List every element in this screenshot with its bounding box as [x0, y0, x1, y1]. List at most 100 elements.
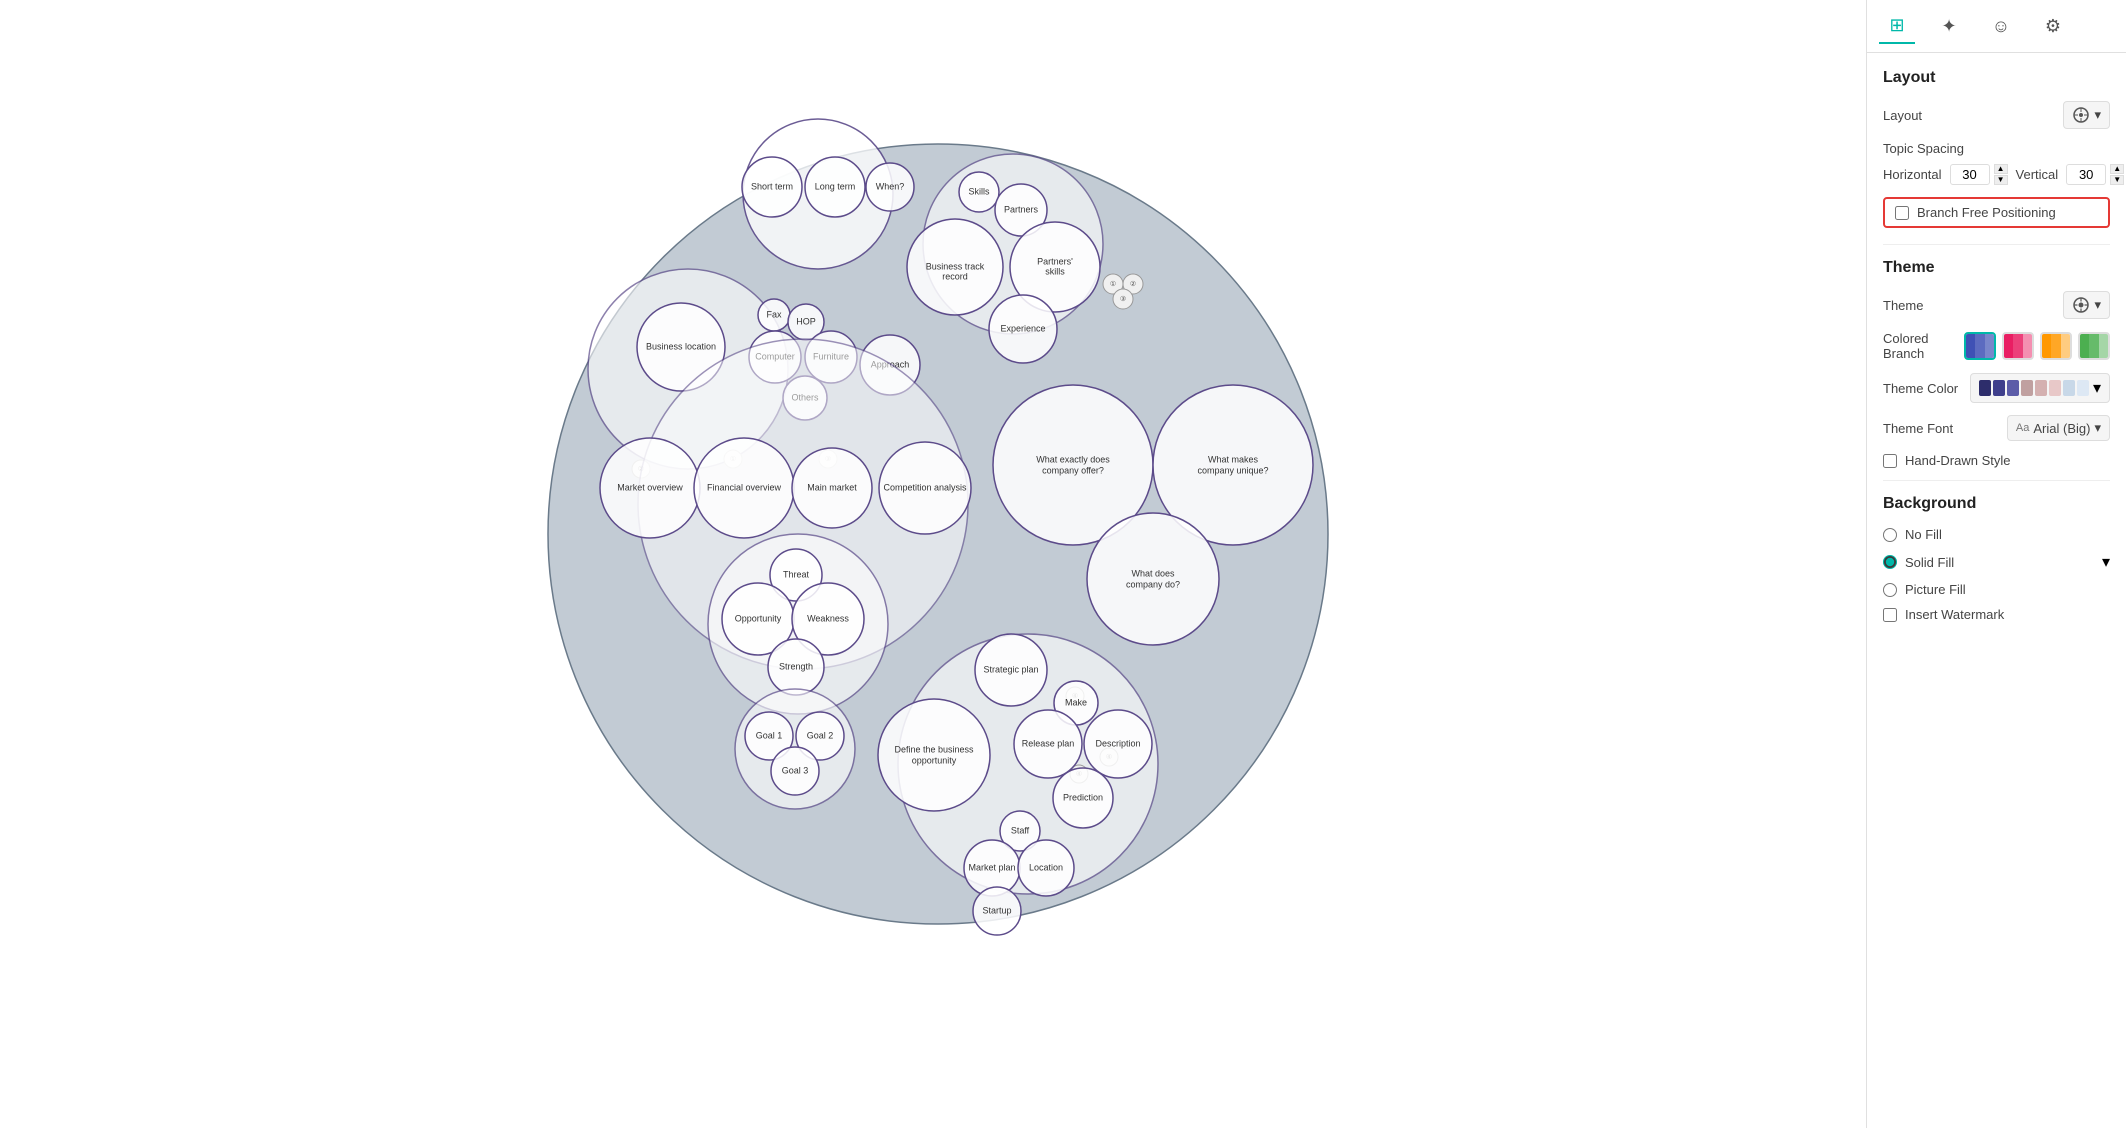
horizontal-label: Horizontal: [1883, 167, 1942, 182]
picture-fill-label: Picture Fill: [1905, 582, 1966, 597]
theme-color-row: Theme Color ▾: [1883, 373, 2110, 403]
color-swatch-8: [2077, 380, 2089, 396]
svg-text:③: ③: [1120, 295, 1126, 303]
svg-text:Partners': Partners': [1037, 256, 1073, 266]
hand-drawn-checkbox[interactable]: [1883, 454, 1897, 468]
panel-content: Layout Layout ▾ Topic Spacing Horizontal: [1867, 53, 2126, 1128]
layout-row: Layout ▾: [1883, 101, 2110, 129]
topic-spacing-label: Topic Spacing: [1883, 141, 2110, 156]
svg-text:Short term: Short term: [751, 181, 793, 191]
vertical-input[interactable]: [2066, 164, 2106, 185]
mindmap-svg: Short term Long term When? Skills Partne…: [458, 114, 1408, 1014]
layout-label: Layout: [1883, 108, 1922, 123]
svg-text:company do?: company do?: [1126, 579, 1180, 589]
color-bar: [1979, 380, 2089, 396]
svg-text:Prediction: Prediction: [1063, 792, 1103, 802]
color-swatch-4: [2021, 380, 2033, 396]
branch-option-4[interactable]: [2078, 332, 2110, 360]
theme-font-row: Theme Font Aa Arial (Big) ▾: [1883, 415, 2110, 441]
vertical-input-group: ▲ ▼: [2066, 164, 2124, 185]
branch-option-3[interactable]: [2040, 332, 2072, 360]
svg-text:Market plan: Market plan: [968, 862, 1015, 872]
svg-text:Long term: Long term: [815, 181, 856, 191]
svg-text:What does: What does: [1131, 568, 1175, 578]
colored-branch-label: Colored Branch: [1883, 331, 1964, 361]
svg-text:Define the business: Define the business: [894, 744, 974, 754]
svg-text:Startup: Startup: [982, 905, 1011, 915]
branch-option-1[interactable]: [1964, 332, 1996, 360]
theme-icon: [2072, 296, 2090, 314]
theme-section-title: Theme: [1883, 259, 2110, 277]
branch-option-2[interactable]: [2002, 332, 2034, 360]
color-swatch-1: [1979, 380, 1991, 396]
theme-font-select[interactable]: Aa Arial (Big) ▾: [2007, 415, 2110, 441]
emoji-tab-button[interactable]: ☺: [1983, 8, 2019, 44]
theme-label: Theme: [1883, 298, 1923, 313]
svg-text:Make: Make: [1065, 697, 1087, 707]
svg-text:Fax: Fax: [766, 309, 782, 319]
svg-text:opportunity: opportunity: [912, 755, 957, 765]
horizontal-up-button[interactable]: ▲: [1994, 164, 2008, 174]
vertical-up-button[interactable]: ▲: [2110, 164, 2124, 174]
svg-text:Business track: Business track: [926, 261, 985, 271]
color-swatch-6: [2049, 380, 2061, 396]
settings-tab-button[interactable]: ⚙: [2035, 8, 2071, 44]
svg-text:Financial overview: Financial overview: [707, 482, 782, 492]
solid-fill-radio[interactable]: [1883, 555, 1897, 569]
color-swatch-3: [2007, 380, 2019, 396]
svg-text:Main market: Main market: [807, 482, 857, 492]
vertical-down-button[interactable]: ▼: [2110, 175, 2124, 185]
horizontal-input[interactable]: [1950, 164, 1990, 185]
solid-fill-label: Solid Fill: [1905, 555, 1954, 570]
no-fill-label: No Fill: [1905, 527, 1942, 542]
svg-text:Business location: Business location: [646, 341, 716, 351]
theme-row: Theme ▾: [1883, 291, 2110, 319]
svg-text:Competition analysis: Competition analysis: [883, 482, 967, 492]
no-fill-radio[interactable]: [1883, 528, 1897, 542]
svg-text:HOP: HOP: [796, 316, 816, 326]
layout-select[interactable]: ▾: [2063, 101, 2110, 129]
topic-spacing-row: Horizontal ▲ ▼ Vertical ▲ ▼: [1883, 164, 2110, 185]
theme-color-select[interactable]: ▾: [1970, 373, 2110, 403]
vertical-label: Vertical: [2016, 167, 2059, 182]
background-section-title: Background: [1883, 495, 2110, 513]
font-icon: Aa: [2016, 422, 2029, 434]
colored-branch-row: Colored Branch: [1883, 331, 2110, 361]
layout-theme-divider: [1883, 244, 2110, 245]
picture-fill-radio[interactable]: [1883, 583, 1897, 597]
svg-text:Description: Description: [1095, 738, 1140, 748]
solid-fill-expand[interactable]: ▾: [2102, 552, 2110, 572]
svg-text:Release plan: Release plan: [1022, 738, 1075, 748]
canvas-area: Short term Long term When? Skills Partne…: [0, 0, 1866, 1128]
color-swatch-2: [1993, 380, 2005, 396]
theme-select[interactable]: ▾: [2063, 291, 2110, 319]
watermark-checkbox[interactable]: [1883, 608, 1897, 622]
theme-font-value: Arial (Big): [2033, 421, 2090, 436]
horizontal-input-group: ▲ ▼: [1950, 164, 2008, 185]
svg-text:company offer?: company offer?: [1042, 465, 1104, 475]
watermark-row: Insert Watermark: [1883, 607, 2110, 622]
svg-text:Opportunity: Opportunity: [735, 613, 782, 623]
svg-text:Market overview: Market overview: [617, 482, 683, 492]
color-swatch-5: [2035, 380, 2047, 396]
magic-tab-button[interactable]: ✦: [1931, 8, 1967, 44]
watermark-label: Insert Watermark: [1905, 607, 2004, 622]
solid-fill-row: Solid Fill ▾: [1883, 552, 2110, 572]
theme-color-chevron-icon: ▾: [2093, 378, 2101, 398]
horizontal-down-button[interactable]: ▼: [1994, 175, 2008, 185]
svg-text:①: ①: [1110, 280, 1116, 288]
svg-text:Strategic plan: Strategic plan: [983, 664, 1038, 674]
svg-text:Goal 3: Goal 3: [782, 765, 809, 775]
branch-free-checkbox[interactable]: [1895, 206, 1909, 220]
picture-fill-row: Picture Fill: [1883, 582, 2110, 597]
theme-bg-divider: [1883, 480, 2110, 481]
svg-text:Partners: Partners: [1004, 204, 1039, 214]
svg-text:record: record: [942, 271, 968, 281]
svg-text:What exactly does: What exactly does: [1036, 454, 1110, 464]
svg-text:Experience: Experience: [1000, 323, 1045, 333]
layout-tab-button[interactable]: ⊞: [1879, 8, 1915, 44]
branch-free-row[interactable]: Branch Free Positioning: [1883, 197, 2110, 228]
layout-icon: [2072, 106, 2090, 124]
hand-drawn-label: Hand-Drawn Style: [1905, 453, 2011, 468]
horizontal-spinners: ▲ ▼: [1994, 164, 2008, 185]
